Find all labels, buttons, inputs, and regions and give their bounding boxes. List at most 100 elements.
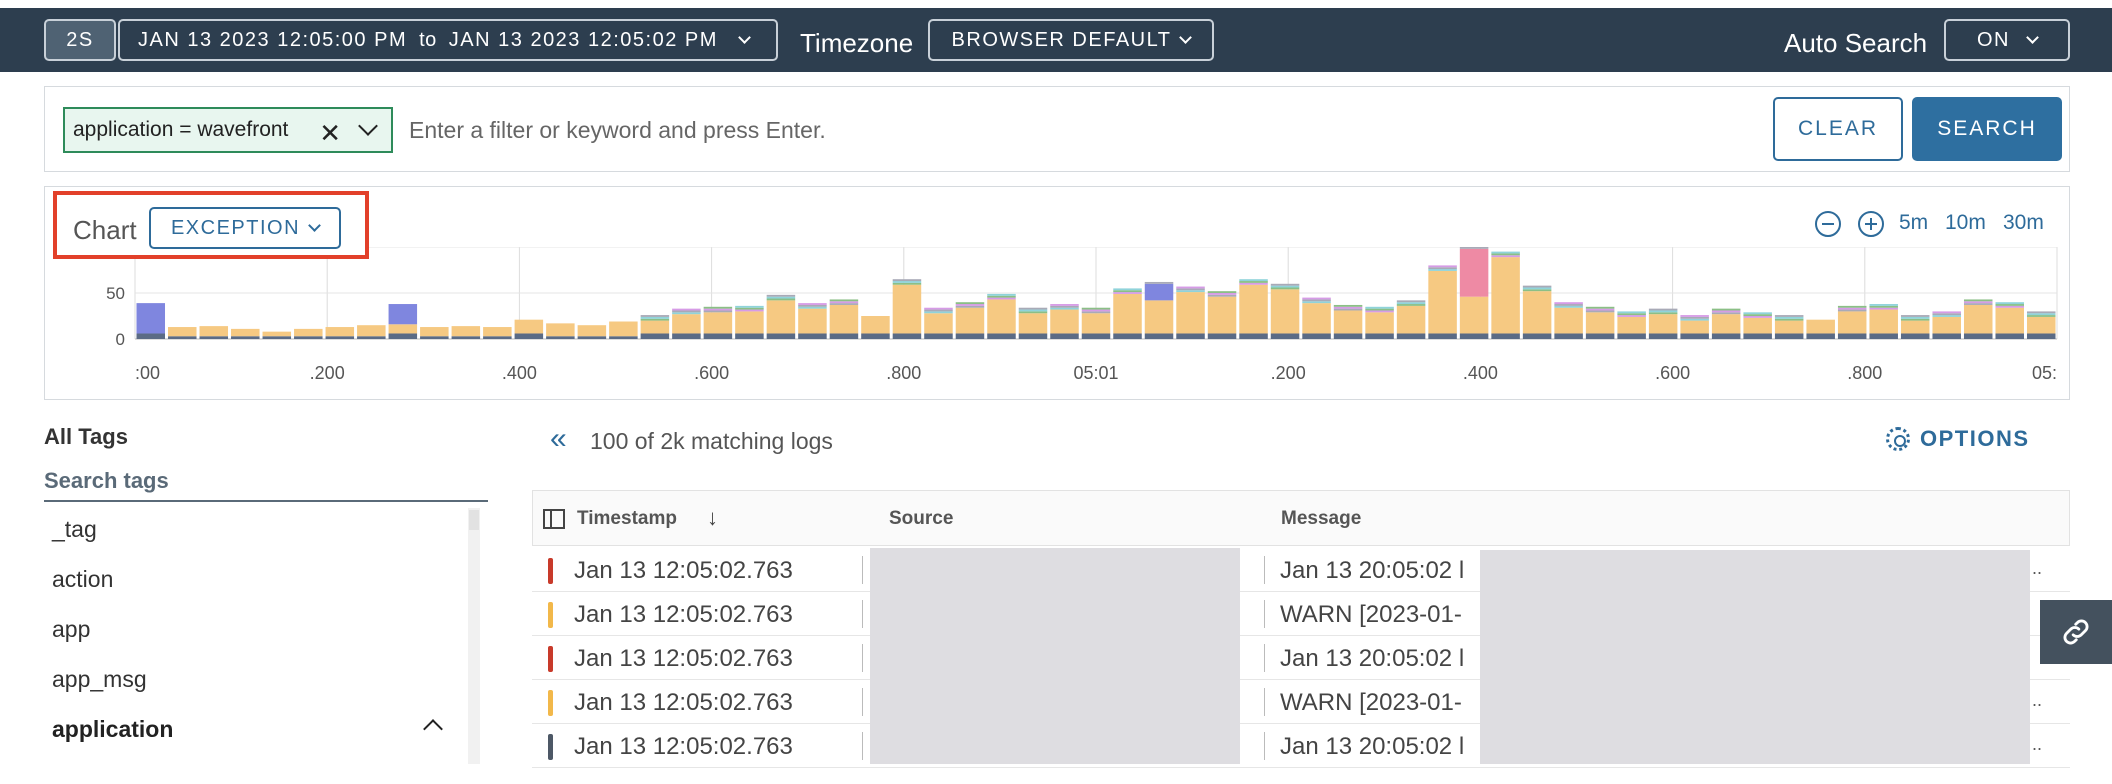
histogram-bar bbox=[924, 307, 953, 310]
histogram-bar bbox=[798, 308, 827, 334]
histogram-bar bbox=[1554, 307, 1583, 334]
histogram-bar bbox=[1396, 333, 1426, 339]
histogram-bar bbox=[1995, 304, 2024, 306]
histogram-bar bbox=[1869, 305, 1898, 308]
zoom-out-icon[interactable] bbox=[1815, 211, 1841, 237]
close-icon[interactable]: ✕ bbox=[319, 118, 341, 149]
log-level-indicator bbox=[548, 646, 553, 672]
column-header-source[interactable]: Source bbox=[889, 508, 953, 530]
histogram-bar bbox=[1963, 304, 1993, 334]
column-header-timestamp[interactable]: Timestamp bbox=[577, 508, 677, 530]
search-button[interactable]: SEARCH bbox=[1912, 97, 2062, 161]
options-button[interactable]: OPTIONS bbox=[1886, 426, 2030, 452]
histogram-bar bbox=[1995, 307, 2024, 334]
timezone-value: BROWSER DEFAULT bbox=[951, 28, 1172, 51]
histogram-bar bbox=[262, 331, 292, 337]
chart-type-select[interactable]: EXCEPTION bbox=[149, 207, 341, 249]
x-tick-label: .600 bbox=[1655, 363, 1690, 383]
zoom-in-icon[interactable] bbox=[1858, 211, 1884, 237]
log-message: Jan 13 20:05:02 l bbox=[1280, 557, 1465, 584]
tag-item[interactable]: action bbox=[52, 566, 113, 593]
histogram-bar bbox=[735, 305, 764, 308]
tag-item[interactable]: _tag bbox=[52, 516, 97, 543]
filter-pill[interactable]: application = wavefront ✕ bbox=[63, 107, 393, 153]
histogram-bar bbox=[987, 299, 1016, 334]
tag-item[interactable]: app bbox=[52, 616, 90, 643]
histogram-bar bbox=[1207, 291, 1237, 293]
auto-search-select[interactable]: ON bbox=[1944, 19, 2070, 61]
histogram-bar bbox=[1459, 247, 1489, 249]
timezone-select[interactable]: BROWSER DEFAULT bbox=[928, 19, 1214, 61]
time-range-picker[interactable]: JAN 13 2023 12:05:00 PM to JAN 13 2023 1… bbox=[118, 19, 778, 61]
histogram-bar bbox=[987, 333, 1016, 339]
sort-down-icon[interactable]: ↓ bbox=[707, 505, 718, 531]
histogram-bar bbox=[1963, 303, 1993, 305]
range-to: JAN 13 2023 12:05:02 PM bbox=[448, 28, 718, 51]
histogram-bar bbox=[1617, 316, 1646, 334]
histogram-bar bbox=[1491, 255, 1520, 258]
zoom-5m[interactable]: 5m bbox=[1899, 211, 1928, 235]
histogram-bar bbox=[1081, 307, 1111, 310]
chevron-down-icon bbox=[308, 218, 321, 232]
histogram-bar bbox=[609, 321, 638, 337]
options-label: OPTIONS bbox=[1920, 426, 2030, 451]
filter-input[interactable] bbox=[409, 109, 1709, 151]
histogram-bar bbox=[1113, 290, 1142, 293]
share-link-button[interactable] bbox=[2040, 600, 2112, 664]
histogram-bar bbox=[1932, 313, 1961, 316]
histogram-bar bbox=[1207, 293, 1237, 295]
collapse-sidebar-icon[interactable]: « bbox=[550, 424, 567, 454]
histogram-bar bbox=[703, 312, 733, 334]
matching-logs-count: 100 of 2k matching logs bbox=[590, 428, 833, 454]
histogram-chart[interactable]: :00 .200 .400 .600 .800 05:01 .200 .400 .600 .800… bbox=[45, 247, 2069, 399]
histogram-bar bbox=[1365, 306, 1394, 309]
zoom-10m[interactable]: 10m bbox=[1945, 211, 1986, 235]
tag-search-input[interactable] bbox=[44, 462, 488, 502]
tag-item[interactable]: app_msg bbox=[52, 666, 147, 693]
tag-item-application[interactable]: application bbox=[52, 716, 173, 743]
chart-type-value: EXCEPTION bbox=[170, 216, 301, 239]
x-tick-label: 05: bbox=[2032, 363, 2057, 383]
histogram-bar bbox=[1302, 303, 1331, 334]
histogram-bar bbox=[1648, 310, 1678, 313]
live-interval-label: 2S bbox=[66, 28, 94, 51]
histogram-bar bbox=[1333, 333, 1363, 339]
histogram-bar bbox=[1806, 319, 1835, 334]
columns-icon[interactable] bbox=[543, 509, 565, 529]
histogram-bar bbox=[1680, 315, 1709, 317]
live-interval-button[interactable]: 2S bbox=[44, 19, 116, 61]
zoom-30m[interactable]: 30m bbox=[2003, 211, 2044, 235]
scrollbar-thumb[interactable] bbox=[469, 510, 479, 530]
x-tick-label: .200 bbox=[310, 363, 345, 383]
histogram-bar bbox=[483, 327, 512, 337]
histogram-bar bbox=[451, 336, 481, 339]
histogram-bar bbox=[1522, 333, 1552, 339]
histogram-bar bbox=[420, 327, 449, 337]
chevron-up-icon[interactable] bbox=[423, 719, 443, 739]
histogram-bar bbox=[1270, 333, 1300, 339]
logs-panel: « 100 of 2k matching logs OPTIONS Timest… bbox=[530, 420, 2070, 768]
histogram-bar bbox=[1113, 293, 1142, 334]
histogram-bar bbox=[1774, 320, 1804, 334]
sidebar-scrollbar[interactable] bbox=[468, 508, 480, 764]
histogram-bar bbox=[640, 333, 670, 339]
histogram-bar bbox=[1176, 286, 1205, 289]
histogram-bar bbox=[1144, 333, 1174, 339]
column-divider bbox=[1264, 688, 1265, 716]
redacted-source-column bbox=[870, 548, 1240, 764]
histogram-bar bbox=[1617, 313, 1646, 316]
auto-search-label: Auto Search bbox=[1784, 28, 1928, 58]
log-timestamp: Jan 13 12:05:02.763 bbox=[574, 689, 793, 716]
histogram-bar bbox=[1617, 315, 1646, 317]
histogram-bar bbox=[955, 305, 985, 308]
histogram-bar bbox=[168, 336, 197, 339]
log-message: Jan 13 20:05:02 l bbox=[1280, 733, 1465, 760]
chevron-down-icon[interactable] bbox=[358, 116, 378, 136]
histogram-bar bbox=[2026, 313, 2056, 316]
clear-button[interactable]: CLEAR bbox=[1773, 97, 1903, 161]
histogram-bar bbox=[1428, 269, 1457, 271]
histogram-bar bbox=[1144, 300, 1174, 334]
column-header-message[interactable]: Message bbox=[1281, 508, 1361, 530]
histogram-bar bbox=[1869, 307, 1898, 310]
log-level-indicator bbox=[548, 558, 553, 584]
